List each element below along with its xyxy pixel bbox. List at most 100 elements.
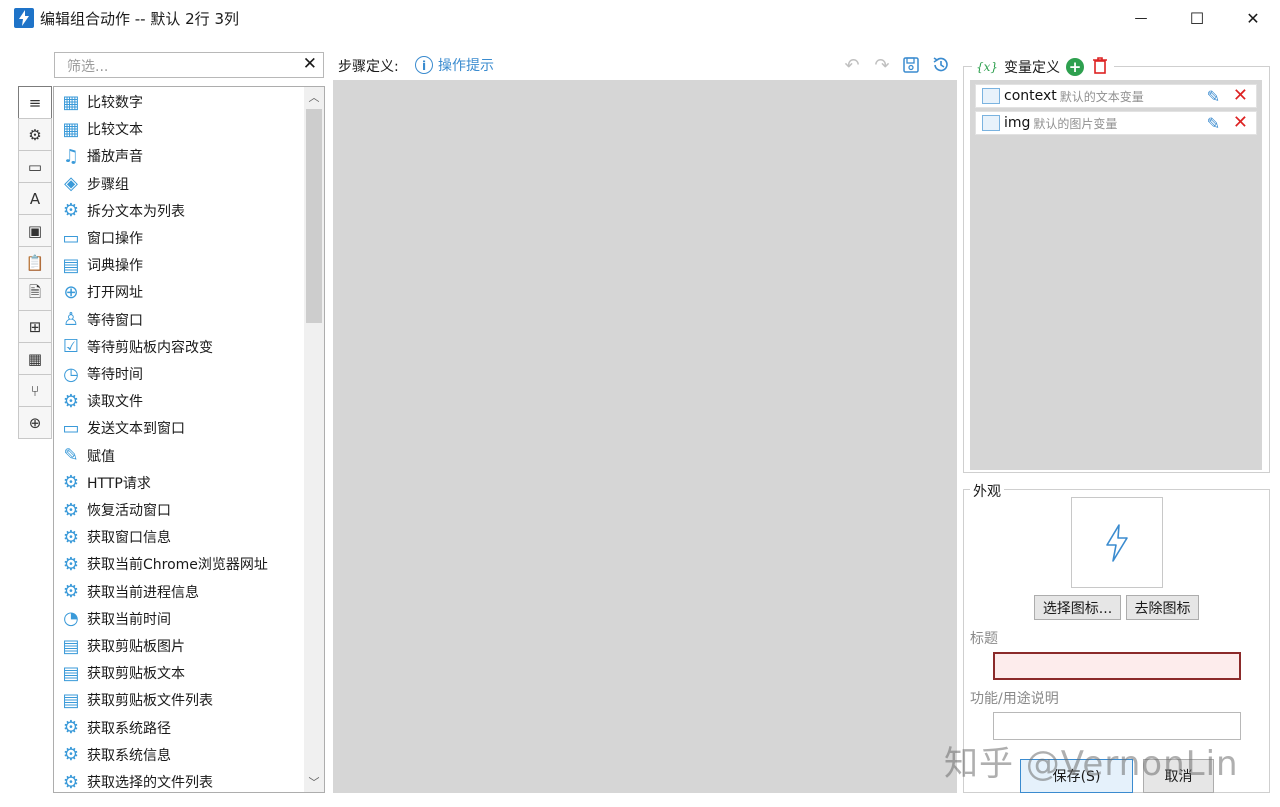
remove-icon-button[interactable]: 去除图标 <box>1126 595 1199 620</box>
steps-label: 步骤定义: <box>338 59 399 75</box>
scroll-down-icon[interactable]: ﹀ <box>304 772 324 792</box>
list-item[interactable]: ⚙ 获取当前Chrome浏览器网址 <box>60 551 268 577</box>
title-input[interactable] <box>993 652 1241 680</box>
redo-icon[interactable]: ↷ <box>871 54 893 76</box>
edit-variable-icon[interactable]: ✎ <box>1207 114 1220 133</box>
variable-description: 默认的图片变量 <box>1033 116 1118 131</box>
hint-label: 操作提示 <box>438 58 494 74</box>
music-icon: ♫ <box>62 145 80 167</box>
globe-tab[interactable]: ⊕ <box>18 406 52 439</box>
list-item[interactable]: ▦ 比较数字 <box>60 89 143 115</box>
save-icon[interactable] <box>900 54 922 76</box>
user-icon: ♙ <box>62 309 80 331</box>
gear-icon: ⚙ <box>62 390 80 412</box>
close-window-button[interactable]: ✕ <box>1225 0 1280 36</box>
list-item[interactable]: ⚙ 获取系统路径 <box>60 715 171 741</box>
globe-icon: ⊕ <box>63 281 79 303</box>
list-item[interactable]: ▤ 获取剪贴板文件列表 <box>60 687 213 713</box>
list-item[interactable]: ⚙ 获取当前进程信息 <box>60 579 199 605</box>
list-item-label: 词典操作 <box>87 258 143 275</box>
list-item-label: 播放声音 <box>87 149 143 166</box>
list-item-label: 获取当前进程信息 <box>87 584 199 601</box>
info-icon: i <box>415 56 433 74</box>
list-item-label: 获取选择的文件列表 <box>87 775 213 791</box>
description-label: 功能/用途说明 <box>970 691 1059 707</box>
branch-tab[interactable]: ⑂ <box>18 374 52 406</box>
choose-icon-button[interactable]: 选择图标... <box>1034 595 1121 620</box>
clear-filter-icon[interactable]: ✕ <box>303 54 317 74</box>
scroll-thumb[interactable] <box>306 109 322 323</box>
variable-name: img <box>1004 115 1031 131</box>
windows-tab[interactable]: ⊞ <box>18 310 52 342</box>
delete-variable-icon[interactable] <box>1090 55 1110 79</box>
watermark: 知乎 @VernonLin <box>944 744 1239 784</box>
list-item[interactable]: ▤ 获取剪贴板图片 <box>60 633 185 659</box>
list-item-label: 等待时间 <box>87 367 143 383</box>
remove-variable-icon[interactable]: ✕ <box>1233 112 1248 133</box>
scroll-up-icon[interactable]: ︿ <box>304 87 324 107</box>
list-item[interactable]: ♫ 播放声音 <box>60 143 143 169</box>
list-item-label: 赋值 <box>87 448 115 465</box>
layers-icon: ◈ <box>64 173 78 195</box>
font-tab[interactable]: A <box>18 182 52 214</box>
clock-icon: ◔ <box>63 608 79 630</box>
edit-variable-icon[interactable]: ✎ <box>1207 87 1220 106</box>
list-item[interactable]: ◷ 等待时间 <box>60 361 143 387</box>
list-item[interactable]: ⚙ HTTP请求 <box>60 470 151 496</box>
list-item[interactable]: ⚙ 读取文件 <box>60 388 143 414</box>
list-item[interactable]: ◔ 获取当前时间 <box>60 606 171 632</box>
list-item[interactable]: ▭ 窗口操作 <box>60 225 143 251</box>
add-variable-icon[interactable]: + <box>1066 58 1085 76</box>
gear-tab[interactable]: ⚙ <box>18 118 52 150</box>
list-item-label: 获取当前时间 <box>87 611 171 628</box>
list-item[interactable]: ✎ 赋值 <box>60 443 115 469</box>
calculator-tab[interactable]: ▦ <box>18 342 52 374</box>
list-item[interactable]: ▦ 比较文本 <box>60 116 143 142</box>
variable-row[interactable]: context 默认的文本变量 ✎ ✕ <box>975 84 1257 108</box>
list-item[interactable]: ▭ 发送文本到窗口 <box>60 415 185 441</box>
list-item[interactable]: ▤ 获取剪贴板文本 <box>60 660 185 686</box>
gear-icon: ⚙ <box>62 581 80 603</box>
window-icon: ▭ <box>27 157 43 176</box>
list-item[interactable]: ⚙ 拆分文本为列表 <box>60 198 185 224</box>
image-variable-icon <box>982 115 1000 131</box>
list-item[interactable]: ◈ 步骤组 <box>60 171 129 197</box>
filter-box[interactable]: 筛选... ✕ <box>54 52 324 78</box>
icon-preview <box>1071 497 1163 588</box>
clipboard-icon: ▤ <box>62 635 80 657</box>
list-item[interactable]: ⚙ 恢复活动窗口 <box>60 497 171 523</box>
list-item-label: 比较数字 <box>87 95 143 111</box>
list-item[interactable]: ⊕ 打开网址 <box>60 279 143 305</box>
clipboard-tab[interactable]: 📋 <box>18 246 52 278</box>
action-list[interactable]: ▦ 比较数字 ▦ 比较文本 ♫ 播放声音 ◈ 步骤组 ⚙ 拆分文本为列表 ▭ 窗口操作 ▤ 词典操作 ⊕ 打开… <box>53 86 325 793</box>
variable-row[interactable]: img 默认的图片变量 ✎ ✕ <box>975 111 1257 135</box>
window-tab[interactable]: ▭ <box>18 150 52 182</box>
operation-hint-link[interactable]: i 操作提示 <box>415 55 494 75</box>
compare-icon: ▦ <box>62 118 80 140</box>
document-tab[interactable]: 🗎 <box>18 278 52 310</box>
undo-icon[interactable]: ↶ <box>841 54 863 76</box>
list-item[interactable]: ▤ 词典操作 <box>60 252 143 278</box>
action-list-scrollbar[interactable]: ︿ ﹀ <box>304 87 324 792</box>
list-item[interactable]: ♙ 等待窗口 <box>60 307 143 333</box>
minimize-button[interactable]: — <box>1113 0 1169 36</box>
title-bar: 编辑组合动作 -- 默认 2行 3列 — ☐ ✕ <box>0 0 1280 36</box>
gear-icon: ⚙ <box>62 200 80 222</box>
variables-title: 变量定义 <box>1004 60 1061 76</box>
list-item[interactable]: ⚙ 获取系统信息 <box>60 742 171 768</box>
remove-variable-icon[interactable]: ✕ <box>1233 85 1248 106</box>
list-tab[interactable]: ≡ <box>18 86 52 118</box>
filter-input[interactable]: 筛选... <box>67 56 108 76</box>
list-item-label: 获取系统路径 <box>87 720 171 737</box>
list-item[interactable]: ⚙ 获取选择的文件列表 <box>60 769 213 793</box>
gear-icon: ⚙ <box>62 526 80 548</box>
steps-canvas[interactable] <box>333 80 957 793</box>
window-icon: ▭ <box>62 227 80 249</box>
image-icon: ▣ <box>27 221 43 240</box>
history-icon[interactable] <box>930 54 952 76</box>
list-item-label: HTTP请求 <box>87 475 151 492</box>
image-tab[interactable]: ▣ <box>18 214 52 246</box>
list-item[interactable]: ⚙ 获取窗口信息 <box>60 524 171 550</box>
list-item[interactable]: ☑ 等待剪贴板内容改变 <box>60 334 213 360</box>
maximize-button[interactable]: ☐ <box>1169 0 1225 36</box>
